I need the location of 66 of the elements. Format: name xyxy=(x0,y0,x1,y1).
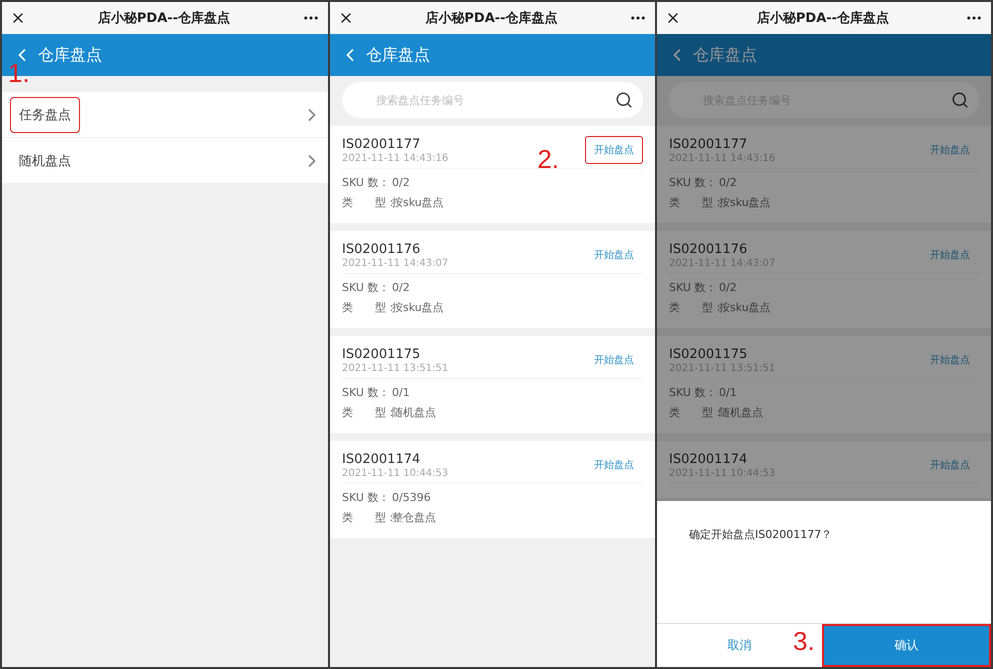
task-code: IS02001176 xyxy=(669,242,748,256)
start-button[interactable]: 开始盘点 xyxy=(585,136,643,164)
window-title: 店小秘PDA--仓库盘点 xyxy=(96,10,232,27)
type-label: 类 型： xyxy=(669,405,719,421)
search-field[interactable]: 搜索盘点任务编号 xyxy=(342,82,643,118)
start-button[interactable]: 开始盘点 xyxy=(921,451,979,479)
type-value: 按sku盘点 xyxy=(719,300,771,316)
page-title: 仓库盘点 xyxy=(366,44,430,66)
start-button[interactable]: 开始盘点 xyxy=(921,136,979,164)
start-button[interactable]: 开始盘点 xyxy=(585,451,643,479)
sku-count: 0/2 xyxy=(719,175,737,191)
page-title: 仓库盘点 xyxy=(38,44,102,66)
sku-label: SKU 数： xyxy=(669,175,718,191)
confirm-button[interactable]: 确认 xyxy=(822,624,991,667)
sku-label: SKU 数： xyxy=(669,385,718,401)
type-label: 类 型： xyxy=(342,300,392,316)
search-icon[interactable] xyxy=(615,91,633,109)
type-label: 类 型： xyxy=(342,510,392,526)
task-date: 2021-11-11 13:51:51 xyxy=(342,362,448,374)
task-code: IS02001176 xyxy=(342,242,422,256)
sku-count: 0/2 xyxy=(719,280,737,296)
task-code: IS02001174 xyxy=(342,452,422,466)
type-value: 随机盘点 xyxy=(719,405,763,421)
task-date: 2021-11-11 14:43:07 xyxy=(342,258,448,268)
menu-label: 任务盘点 xyxy=(10,96,80,132)
menu-label: 随机盘点 xyxy=(18,152,72,170)
task-date: 2021-11-11 14:43:16 xyxy=(342,152,448,164)
task-date: 2021-11-11 10:44:53 xyxy=(342,468,448,478)
task-code: IS02001175 xyxy=(669,346,748,362)
sku-label: SKU 数： xyxy=(342,490,390,506)
task-code: IS02001174 xyxy=(669,452,748,466)
window-title: 店小秘PDA--仓库盘点 xyxy=(424,10,559,27)
type-value: 整仓盘点 xyxy=(392,510,436,526)
type-label: 类 型： xyxy=(669,195,719,211)
search-placeholder: 搜索盘点任务编号 xyxy=(376,92,465,108)
type-label: 类 型： xyxy=(342,195,392,211)
sku-count: 0/2 xyxy=(392,175,410,191)
search-icon[interactable] xyxy=(951,91,969,109)
window-title: 店小秘PDA--仓库盘点 xyxy=(756,10,890,27)
sku-count: 0/1 xyxy=(719,385,737,401)
type-label: 类 型： xyxy=(342,405,392,421)
type-value: 按sku盘点 xyxy=(719,195,771,211)
step-number: 3. xyxy=(793,626,815,657)
sku-label: SKU 数： xyxy=(669,280,718,296)
sku-count: 0/1 xyxy=(392,385,410,401)
type-value: 按sku盘点 xyxy=(392,195,444,211)
sku-count: 0/2 xyxy=(392,280,410,296)
task-code: IS02001177 xyxy=(669,136,748,152)
sku-label: SKU 数： xyxy=(342,280,390,296)
step-number: 2. xyxy=(537,144,559,175)
task-code: IS02001175 xyxy=(342,346,422,362)
page-title: 仓库盘点 xyxy=(693,44,757,66)
type-value: 随机盘点 xyxy=(392,405,436,421)
start-button[interactable]: 开始盘点 xyxy=(585,241,643,269)
type-value: 按sku盘点 xyxy=(392,300,444,316)
start-button[interactable]: 开始盘点 xyxy=(921,241,979,269)
start-button[interactable]: 开始盘点 xyxy=(921,346,979,374)
menu-item[interactable]: 任务盘点 xyxy=(2,92,328,138)
menu-item[interactable]: 随机盘点 xyxy=(2,138,328,184)
type-label: 类 型： xyxy=(669,300,719,316)
sku-label: SKU 数： xyxy=(342,175,390,191)
sku-label: SKU 数： xyxy=(342,385,390,401)
start-button[interactable]: 开始盘点 xyxy=(585,346,643,374)
sku-count: 0/5396 xyxy=(392,490,431,506)
dialog-message: 确定开始盘点IS02001177？ xyxy=(688,527,834,543)
task-code: IS02001177 xyxy=(342,136,422,152)
